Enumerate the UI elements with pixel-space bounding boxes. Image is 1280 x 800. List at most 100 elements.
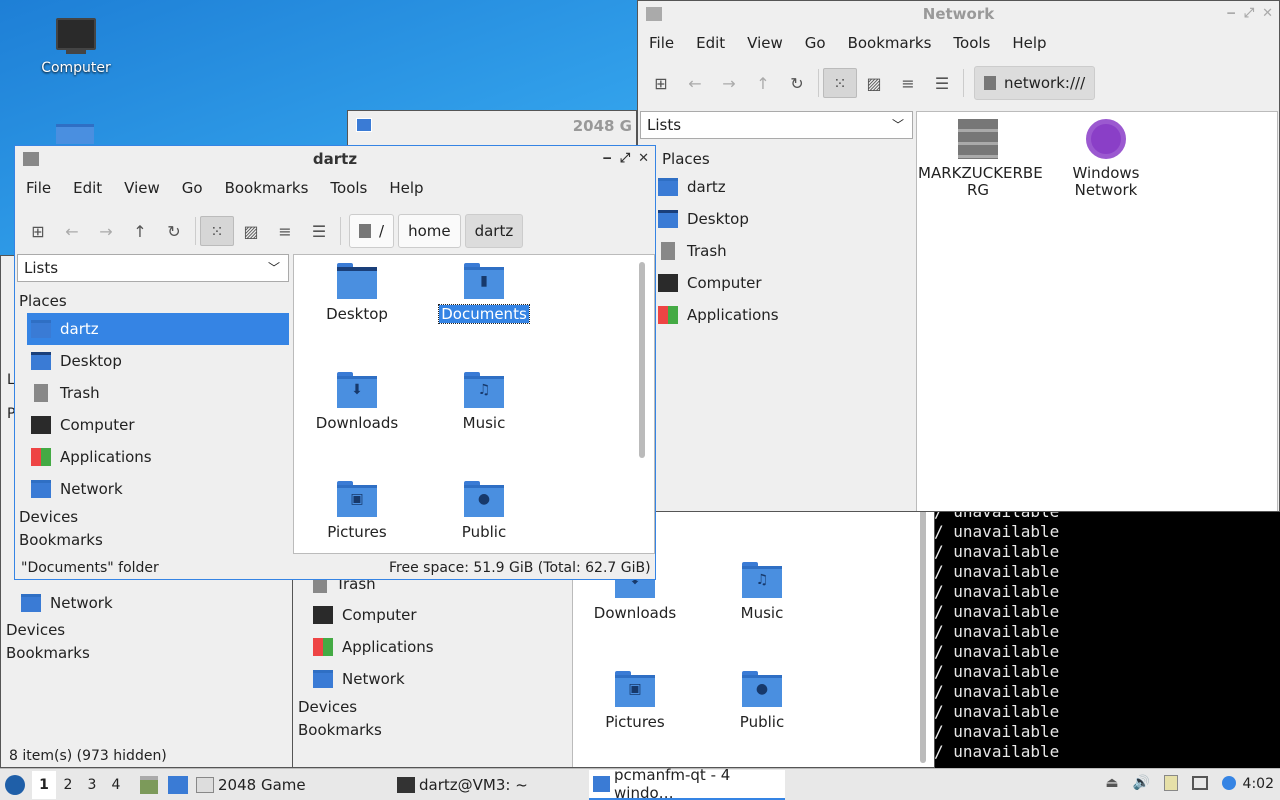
- network-window[interactable]: Network ‒ ⤢ ✕ File Edit View Go Bookmarks Tools…: [637, 0, 1280, 512]
- minimize-icon[interactable]: ‒: [603, 151, 612, 166]
- new-tab-icon[interactable]: ⊞: [644, 68, 678, 98]
- forward-icon[interactable]: →: [89, 216, 123, 246]
- sidebar-item-network[interactable]: Network: [27, 473, 289, 505]
- sidebar-item-applications[interactable]: Applications: [27, 441, 289, 473]
- sidebar-item-applications[interactable]: Applications: [654, 299, 914, 331]
- menu-item-help[interactable]: Help: [1001, 34, 1057, 52]
- menu-item-bookmarks[interactable]: Bookmarks: [214, 179, 320, 197]
- workspace-2[interactable]: 2: [56, 777, 80, 793]
- close-icon[interactable]: ✕: [1262, 6, 1273, 21]
- sidebar-item-network[interactable]: Network: [309, 663, 569, 695]
- sidebar-item-desktop[interactable]: Desktop: [27, 345, 289, 377]
- task-terminal[interactable]: dartz@VM3: ~: [393, 770, 583, 800]
- network-item[interactable]: MARKZUCKERBE RG: [918, 119, 1043, 199]
- menu-item-tools[interactable]: Tools: [942, 34, 1001, 52]
- sidebar-item-dartz[interactable]: dartz: [654, 171, 914, 203]
- reload-icon[interactable]: ↻: [780, 68, 814, 98]
- new-tab-icon[interactable]: ⊞: [21, 216, 55, 246]
- devices-header[interactable]: Devices: [19, 508, 78, 526]
- menu-item-bookmarks[interactable]: Bookmarks: [837, 34, 943, 52]
- task-2048-game[interactable]: 2048 Game: [192, 770, 382, 800]
- workspace-3[interactable]: 3: [80, 777, 104, 793]
- task-pcmanfm[interactable]: pcmanfm-qt - 4 windo…: [589, 766, 785, 800]
- folder-item-pictures[interactable]: ▣ Pictures: [297, 481, 417, 541]
- eject-icon[interactable]: ⏏: [1105, 775, 1118, 791]
- devices-header[interactable]: Devices: [6, 621, 65, 639]
- icon-view-icon[interactable]: ⁙: [823, 68, 857, 98]
- folder-item-music[interactable]: ♫ Music: [702, 562, 822, 622]
- forward-icon[interactable]: →: [712, 68, 746, 98]
- folder-item-pictures[interactable]: ▣ Pictures: [575, 671, 695, 731]
- volume-icon[interactable]: 🔊: [1133, 775, 1150, 791]
- title-bar[interactable]: 2048 G: [348, 111, 636, 141]
- folder-item-downloads[interactable]: ⬇ Downloads: [297, 372, 417, 432]
- maximize-icon[interactable]: ⤢: [1244, 6, 1254, 21]
- icon-view-icon[interactable]: ⁙: [200, 216, 234, 246]
- menu-item-view[interactable]: View: [736, 34, 794, 52]
- up-icon[interactable]: ↑: [123, 216, 157, 246]
- up-icon[interactable]: ↑: [746, 68, 780, 98]
- workspace-1[interactable]: 1: [32, 770, 56, 799]
- menu-item-file[interactable]: File: [15, 179, 62, 197]
- title-bar[interactable]: dartz ‒ ⤢ ✕: [15, 146, 655, 172]
- menu-item-edit[interactable]: Edit: [62, 179, 113, 197]
- folder-item-desktop[interactable]: Desktop: [297, 263, 417, 323]
- sidebar-item-applications[interactable]: Applications: [309, 631, 569, 663]
- network-status-icon[interactable]: [1192, 776, 1208, 790]
- minimize-icon[interactable]: ‒: [1227, 6, 1236, 21]
- sidebar-item-trash[interactable]: Trash: [27, 377, 289, 409]
- game-window[interactable]: 2048 G: [347, 110, 637, 150]
- updates-icon[interactable]: [1222, 776, 1236, 790]
- detail-view-icon[interactable]: ☰: [302, 216, 336, 246]
- title-bar[interactable]: Network ‒ ⤢ ✕: [638, 1, 1279, 27]
- menu-item-go[interactable]: Go: [171, 179, 214, 197]
- close-icon[interactable]: ✕: [638, 151, 649, 166]
- crumb-root[interactable]: /: [349, 214, 395, 248]
- sidebar-item-dartz[interactable]: dartz: [27, 313, 289, 345]
- scrollbar-thumb[interactable]: [639, 262, 645, 458]
- detail-view-icon[interactable]: ☰: [925, 68, 959, 98]
- side-pane-mode-select[interactable]: Lists ﹀: [640, 111, 913, 139]
- back-icon[interactable]: ←: [55, 216, 89, 246]
- folder-item-music[interactable]: ♫ Music: [424, 372, 544, 432]
- thumbnail-view-icon[interactable]: ▨: [234, 216, 268, 246]
- bookmarks-header[interactable]: Bookmarks: [19, 531, 103, 549]
- side-pane-mode-select[interactable]: Lists ﹀: [17, 254, 289, 282]
- folder-item-documents[interactable]: ▮ Documents: [424, 263, 544, 324]
- compact-view-icon[interactable]: ≡: [891, 68, 925, 98]
- desktop-folder-icon[interactable]: [56, 124, 94, 144]
- file-manager-launcher-icon[interactable]: [140, 775, 158, 794]
- thumbnail-view-icon[interactable]: ▨: [857, 68, 891, 98]
- reload-icon[interactable]: ↻: [157, 216, 191, 246]
- crumb-dartz[interactable]: dartz: [464, 214, 524, 248]
- folder-item-public[interactable]: ● Public: [702, 671, 822, 731]
- bookmarks-header[interactable]: Bookmarks: [6, 644, 90, 662]
- start-menu-icon[interactable]: [0, 770, 30, 800]
- compact-view-icon[interactable]: ≡: [268, 216, 302, 246]
- menu-item-edit[interactable]: Edit: [685, 34, 736, 52]
- network-item[interactable]: Windows Network: [1046, 119, 1166, 199]
- clipboard-icon[interactable]: [1164, 775, 1178, 791]
- dartz-window[interactable]: dartz ‒ ⤢ ✕ File Edit View Go Bookmarks Tools He…: [14, 145, 656, 580]
- menu-item-tools[interactable]: Tools: [319, 179, 378, 197]
- sidebar-item-computer[interactable]: Computer: [654, 267, 914, 299]
- sidebar-item-desktop[interactable]: Desktop: [654, 203, 914, 235]
- menu-item-help[interactable]: Help: [378, 179, 434, 197]
- clock[interactable]: 4:02: [1243, 776, 1274, 792]
- terminal-window[interactable]: / unavailable / unavailable / unavailable /…: [934, 500, 1280, 768]
- sidebar-item-computer[interactable]: Computer: [309, 599, 569, 631]
- back-icon[interactable]: ←: [678, 68, 712, 98]
- places-header[interactable]: Places: [662, 150, 710, 168]
- workspace-4[interactable]: 4: [104, 777, 128, 793]
- menu-item-go[interactable]: Go: [794, 34, 837, 52]
- desktop-computer-icon[interactable]: Computer: [40, 18, 112, 76]
- maximize-icon[interactable]: ⤢: [620, 151, 630, 166]
- bookmarks-header[interactable]: Bookmarks: [298, 721, 382, 739]
- crumb-home[interactable]: home: [398, 214, 461, 248]
- places-header[interactable]: Places: [19, 292, 67, 310]
- folder-item-public[interactable]: ● Public: [424, 481, 544, 541]
- menu-item-view[interactable]: View: [113, 179, 171, 197]
- sidebar-item-trash[interactable]: Trash: [654, 235, 914, 267]
- sidebar-item-network[interactable]: Network: [17, 587, 287, 619]
- show-desktop-icon[interactable]: [168, 775, 188, 794]
